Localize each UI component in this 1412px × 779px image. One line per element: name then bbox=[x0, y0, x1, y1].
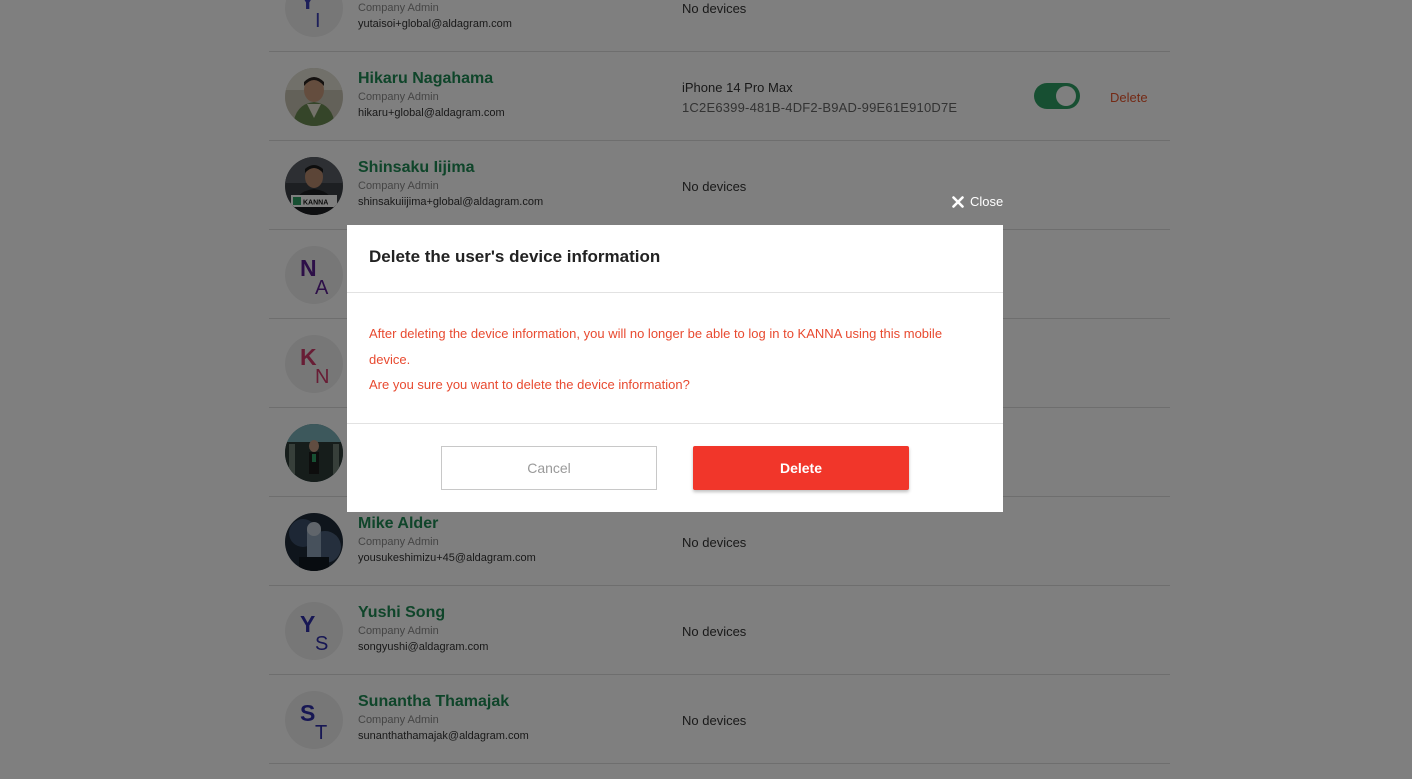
warning-line-2: Are you sure you want to delete the devi… bbox=[369, 377, 690, 392]
cancel-button[interactable]: Cancel bbox=[441, 446, 657, 490]
close-label: Close bbox=[970, 194, 1004, 209]
dialog-title: Delete the user's device information bbox=[369, 247, 661, 266]
delete-device-dialog: Delete the user's device information Aft… bbox=[347, 225, 1003, 512]
close-button[interactable]: Close bbox=[952, 194, 1003, 209]
close-icon bbox=[952, 195, 964, 208]
dialog-header: Delete the user's device information bbox=[347, 225, 1003, 293]
confirm-delete-button[interactable]: Delete bbox=[693, 446, 909, 490]
warning-message: After deleting the device information, y… bbox=[369, 321, 969, 398]
warning-line-1: After deleting the device information, y… bbox=[369, 326, 943, 367]
dialog-body: After deleting the device information, y… bbox=[347, 293, 1003, 424]
